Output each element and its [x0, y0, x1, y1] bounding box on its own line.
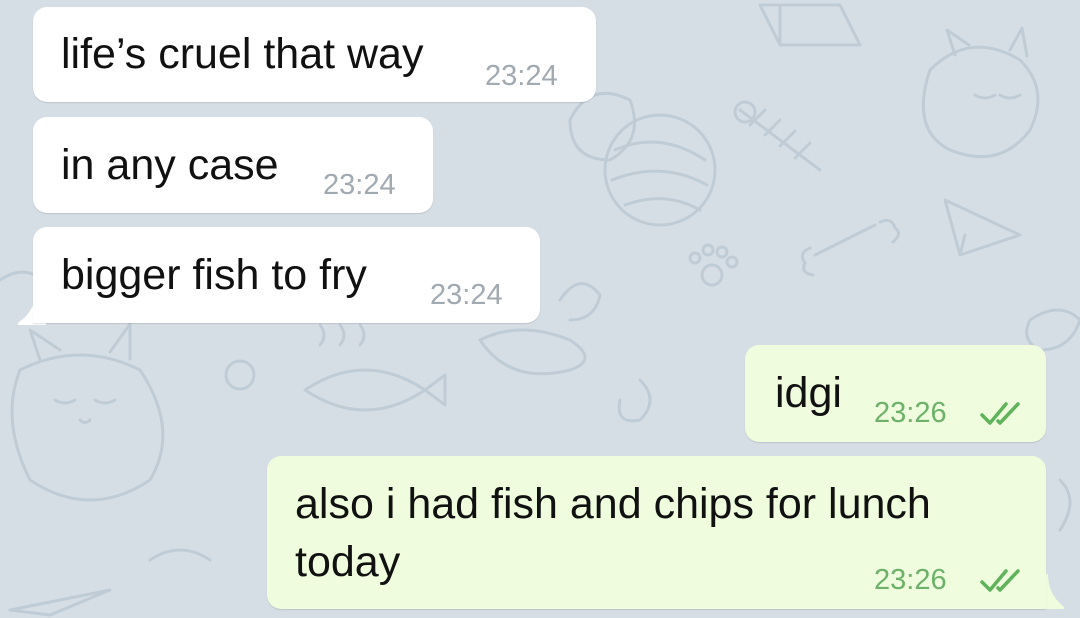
message-text-line-2: today	[295, 538, 401, 586]
message-timestamp: 23:26	[874, 397, 947, 429]
double-check-icon	[980, 402, 1020, 425]
message-text: bigger fish to fry	[61, 251, 367, 299]
message-timestamp: 23:26	[874, 564, 947, 596]
message-timestamp: 23:24	[323, 169, 396, 201]
incoming-message-bubble[interactable]: in any case 23:24	[33, 117, 433, 213]
outgoing-message-bubble[interactable]: idgi 23:26	[745, 345, 1046, 442]
message-timestamp: 23:24	[485, 60, 558, 92]
incoming-message-bubble[interactable]: bigger fish to fry 23:24	[33, 227, 540, 323]
incoming-message-bubble[interactable]: life’s cruel that way 23:24	[33, 7, 596, 102]
message-timestamp: 23:24	[430, 279, 503, 311]
double-check-icon	[980, 569, 1020, 592]
message-text: idgi	[775, 369, 842, 417]
message-text: in any case	[61, 141, 279, 189]
outgoing-message-bubble[interactable]: also i had fish and chips for lunch toda…	[267, 456, 1046, 609]
message-text-line-1: also i had fish and chips for lunch	[295, 480, 931, 528]
message-text: life’s cruel that way	[61, 30, 424, 78]
